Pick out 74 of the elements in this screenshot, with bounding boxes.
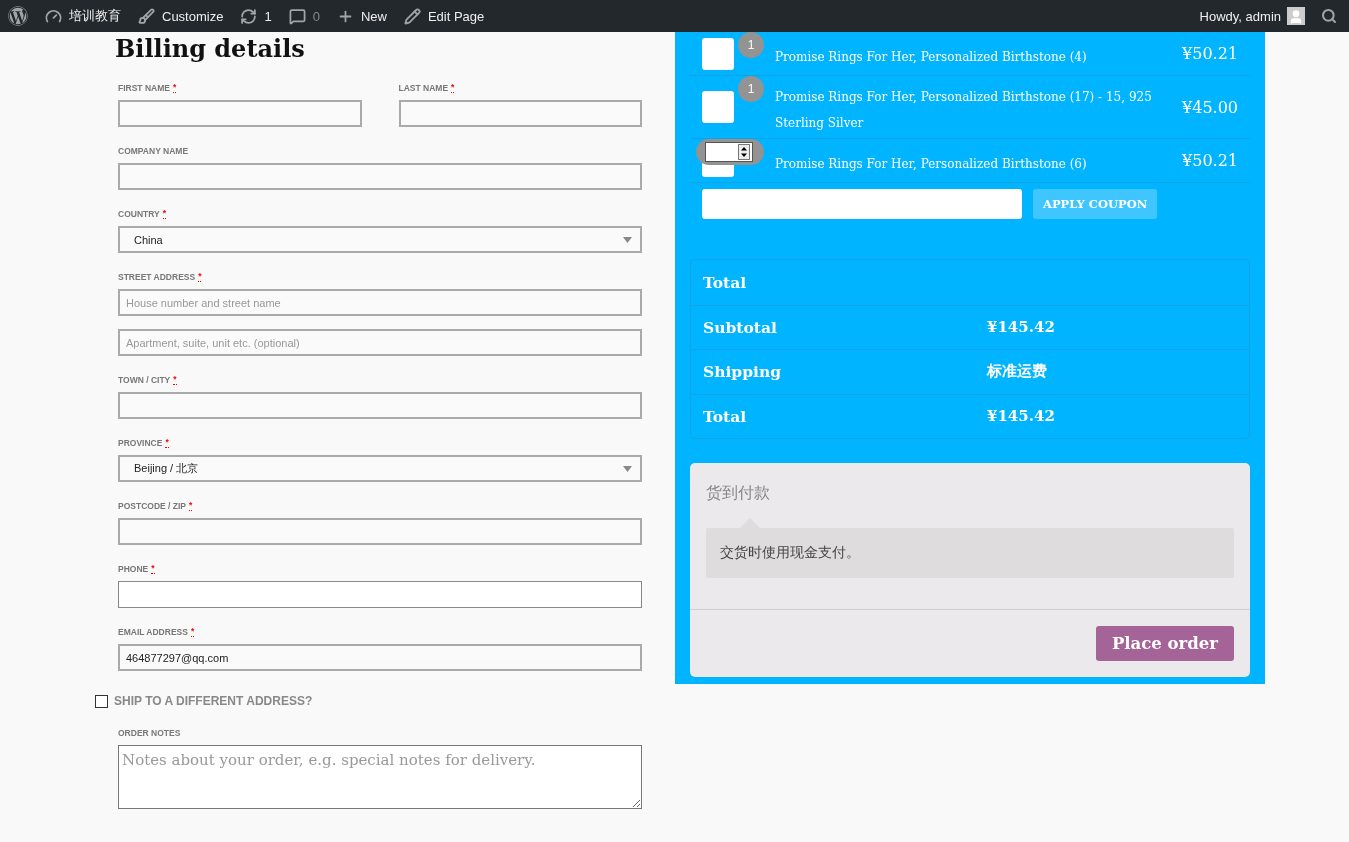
product-price: ¥50.21 xyxy=(1182,151,1238,170)
field-label: COUNTRY xyxy=(118,209,160,219)
field-label: PHONE xyxy=(118,564,149,574)
field-label: TOWN / CITY xyxy=(118,375,171,385)
caret-icon xyxy=(623,465,632,472)
field-label: STREET ADDRESS xyxy=(118,272,196,282)
product-name: Promise Rings For Her, Personalized Birthstone (17) - 15, 925 Sterling Silver xyxy=(775,89,1153,132)
field-label: LAST NAME xyxy=(398,83,449,93)
input-field[interactable] xyxy=(118,100,362,127)
product-price: ¥50.21 xyxy=(1182,44,1238,63)
required-mark: * xyxy=(189,501,193,511)
admin-bar-link[interactable]: Edit Page xyxy=(427,8,485,24)
field-label: PROVINCE xyxy=(118,438,163,448)
photo-placeholder xyxy=(702,37,734,70)
admin-bar-link[interactable]: 0 xyxy=(312,8,320,24)
comment-icon[interactable] xyxy=(288,7,306,25)
totals-label: Subtotal xyxy=(703,317,778,337)
refresh-icon[interactable] xyxy=(240,7,258,25)
select-field[interactable]: Beijing / 北京 xyxy=(118,455,642,482)
field-label: ORDER NOTES xyxy=(118,728,181,738)
brush-icon[interactable] xyxy=(138,7,155,25)
required-mark: * xyxy=(151,564,155,574)
required-mark: * xyxy=(165,438,169,448)
required-mark: * xyxy=(162,209,167,219)
field-label: POSTCODE / ZIP xyxy=(118,501,186,511)
stepper-arrows-icon[interactable] xyxy=(738,144,750,160)
admin-bar-link[interactable]: Customize xyxy=(162,8,224,24)
field-label: EMAIL ADDRESS xyxy=(118,627,188,637)
product-name: Promise Rings For Her, Personalized Birthstone (6) xyxy=(775,155,1088,173)
input-field[interactable] xyxy=(118,392,642,419)
greeting-link[interactable]: Howdy, admin xyxy=(1199,8,1281,24)
notes-field[interactable]: Notes about your order, e.g. special notes for delivery. xyxy=(118,745,642,809)
quantity-badge: 1 xyxy=(738,32,764,58)
totals-value: 标准运费 xyxy=(987,362,1048,382)
input-field[interactable] xyxy=(398,100,642,127)
admin-bar-link[interactable]: New xyxy=(360,8,387,24)
wordpress-logo-icon[interactable] xyxy=(8,6,28,26)
input-field[interactable] xyxy=(118,518,642,545)
quantity-stepper[interactable] xyxy=(696,139,764,165)
section-heading: Billing details xyxy=(115,34,306,63)
payment-method: 货到付款 xyxy=(706,483,771,503)
totals-label: Shipping xyxy=(703,362,783,382)
input-field[interactable]: House number and street name xyxy=(118,289,642,316)
required-mark: * xyxy=(173,375,177,385)
caret-icon xyxy=(623,236,632,243)
required-mark: * xyxy=(198,272,202,282)
field-label: COMPANY NAME xyxy=(118,146,189,156)
required-mark: * xyxy=(172,83,177,93)
coupon-field[interactable] xyxy=(702,189,1022,219)
checkbox-label: SHIP TO A DIFFERENT ADDRESS? xyxy=(114,694,313,708)
product-name: Promise Rings For Her, Personalized Birthstone (4) xyxy=(775,48,1088,66)
required-mark: * xyxy=(190,627,195,637)
gauge-icon[interactable] xyxy=(45,7,62,25)
field-label: FIRST NAME xyxy=(118,83,170,93)
input-field[interactable]: Apartment, suite, unit etc. (optional) xyxy=(118,329,642,356)
quantity-badge: 1 xyxy=(738,76,764,102)
payment-description: 交货时使用现金支付。 xyxy=(706,528,1234,578)
checkbox[interactable] xyxy=(95,694,108,708)
input-field[interactable] xyxy=(118,163,642,190)
product-price: ¥45.00 xyxy=(1182,97,1238,117)
input-field[interactable] xyxy=(118,581,642,608)
totals-value: ¥145.42 xyxy=(987,318,1056,337)
totals-label: Total xyxy=(703,406,748,426)
place-order-button[interactable]: Place order xyxy=(1095,626,1234,661)
admin-bar-link[interactable]: 培训教育 xyxy=(69,7,121,25)
select-field[interactable]: China xyxy=(118,226,642,253)
search-icon[interactable] xyxy=(1321,8,1337,24)
input-field[interactable]: 464877297@qq.com xyxy=(118,644,642,671)
totals-label: Total xyxy=(703,272,748,292)
admin-bar-link[interactable]: 1 xyxy=(264,8,272,24)
photo-placeholder xyxy=(702,91,734,123)
required-mark: * xyxy=(451,83,455,93)
totals-value: ¥145.42 xyxy=(987,407,1056,426)
pencil-icon[interactable] xyxy=(403,7,421,25)
